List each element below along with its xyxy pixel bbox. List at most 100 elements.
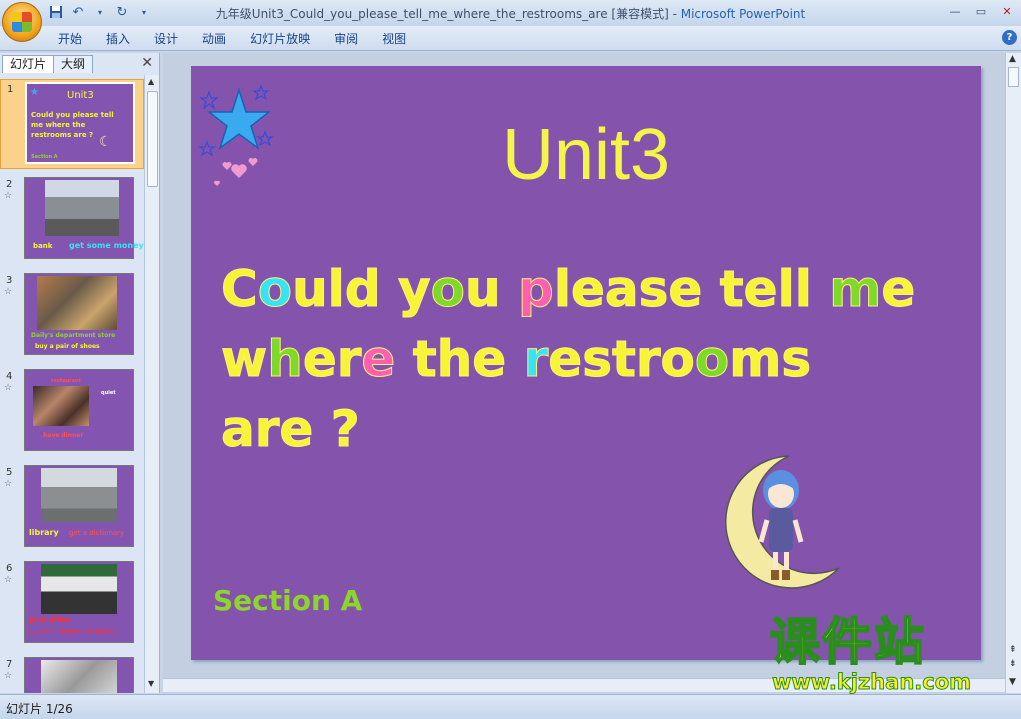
slide-thumbnail-4[interactable]: 4 ☆ restaurant quiet have dinner xyxy=(0,367,144,457)
body-letter: a xyxy=(221,400,256,459)
body-letter: e xyxy=(302,330,337,389)
tab-animations[interactable]: 动画 xyxy=(190,31,238,47)
thumb-caption: buy a pair of shoes xyxy=(35,343,100,350)
body-letter: y xyxy=(398,260,432,319)
slide-thumbnail-3[interactable]: 3 ☆ Daily's department store buy a pair … xyxy=(0,271,144,361)
body-letter: h xyxy=(267,330,304,389)
status-bar: 幻灯片 1/26 xyxy=(0,694,1021,719)
office-button[interactable] xyxy=(2,2,42,42)
body-letter: e xyxy=(472,330,507,389)
scroll-up-icon[interactable]: ▲ xyxy=(148,77,154,86)
body-line-2: where the restrooms xyxy=(220,324,961,394)
street-photo xyxy=(41,660,117,693)
body-letter: l xyxy=(327,260,345,319)
help-icon[interactable]: ? xyxy=(1002,30,1017,45)
tab-slideshow[interactable]: 幻灯片放映 xyxy=(238,31,322,47)
tab-outline[interactable]: 大纲 xyxy=(53,55,94,73)
body-letter: l xyxy=(777,260,795,319)
window-controls: — ▭ ✕ xyxy=(943,2,1019,20)
body-letter: m xyxy=(829,260,882,319)
body-letter: m xyxy=(729,330,782,389)
body-letter: l xyxy=(553,260,571,319)
slide-thumbnail-2[interactable]: 2 ☆ bank get some money xyxy=(0,175,144,265)
thumbnail-list: 1 Unit3 Could you please tell me where t… xyxy=(0,75,144,693)
slide-number: 4 xyxy=(6,371,13,382)
slide-canvas[interactable]: Unit3 Could you please tell me where the… xyxy=(191,66,981,660)
body-letter: u xyxy=(464,260,501,319)
slide-thumbnail-7[interactable]: 7 ☆ xyxy=(0,655,144,693)
close-button[interactable]: ✕ xyxy=(995,2,1019,20)
slide-number: 1 xyxy=(7,84,14,95)
body-letter: s xyxy=(781,330,812,389)
maximize-button[interactable]: ▭ xyxy=(969,2,993,20)
tab-slides[interactable]: 幻灯片 xyxy=(2,55,55,73)
body-letter: d xyxy=(344,260,381,319)
tab-view[interactable]: 视图 xyxy=(370,31,418,47)
thumbnail-image: post office buy some stamps/newspaper xyxy=(24,561,134,643)
scroll-up-icon[interactable]: ▲ xyxy=(1009,54,1016,64)
body-letter: s xyxy=(638,260,669,319)
watermark-logo: 课件站 xyxy=(769,613,926,671)
thumb-caption: get some money xyxy=(69,241,144,250)
body-letter: s xyxy=(582,330,613,389)
body-letter xyxy=(506,330,523,388)
animation-star-icon: ☆ xyxy=(4,287,13,297)
thumb-title: Unit3 xyxy=(67,90,94,101)
prev-slide-icon[interactable]: ⇞ xyxy=(1009,645,1017,655)
scroll-down-icon[interactable]: ▼ xyxy=(1009,677,1016,687)
body-letter: u xyxy=(292,260,329,319)
moon-girl-illustration xyxy=(725,455,840,589)
body-letter: C xyxy=(221,260,259,319)
ribbon: 开始 插入 设计 动画 幻灯片放映 审阅 视图 ? xyxy=(0,26,1021,51)
library-photo xyxy=(41,468,117,522)
tab-home[interactable]: 开始 xyxy=(46,31,94,47)
body-letter: o xyxy=(257,260,293,319)
body-letter: l xyxy=(794,260,812,319)
window-title: 九年级Unit3_Could_you_please_tell_me_where_… xyxy=(0,5,1021,22)
thumbnail-scrollbar[interactable]: ▲ ▼ xyxy=(144,75,159,693)
thumbnail-image: Unit3 Could you please tell me where the… xyxy=(25,82,135,164)
thumb-caption: quiet xyxy=(101,390,116,396)
body-letter: e xyxy=(881,260,916,319)
store-photo xyxy=(37,276,117,330)
restaurant-photo xyxy=(33,386,89,426)
tab-design[interactable]: 设计 xyxy=(142,31,190,47)
slide-thumbnail-1[interactable]: 1 Unit3 Could you please tell me where t… xyxy=(0,79,144,169)
next-slide-icon[interactable]: ⇟ xyxy=(1009,659,1017,669)
body-letter: o xyxy=(660,330,695,389)
body-letter: o xyxy=(430,260,465,319)
body-letter xyxy=(381,260,398,318)
title-bar: ↶ ▾ ↻ ▾ 九年级Unit3_Could_you_please_tell_m… xyxy=(0,0,1021,26)
thumbnail-image xyxy=(24,657,134,693)
scroll-thumb[interactable] xyxy=(1008,67,1019,87)
animation-star-icon: ☆ xyxy=(4,671,13,681)
slide-thumbnail-5[interactable]: 5 ☆ library get a dictionary xyxy=(0,463,144,553)
small-star-icon xyxy=(252,84,270,101)
section-label[interactable]: Section A xyxy=(213,584,362,617)
thumb-caption: buy some stamps/newspaper xyxy=(27,628,116,635)
body-letter: o xyxy=(694,330,730,389)
body-letter: p xyxy=(518,260,555,319)
scroll-thumb[interactable] xyxy=(147,91,158,187)
body-letter: h xyxy=(436,330,473,389)
body-letter: e xyxy=(548,330,583,389)
small-star-icon xyxy=(199,90,219,110)
slide-title[interactable]: Unit3 xyxy=(191,114,981,196)
minimize-button[interactable]: — xyxy=(943,2,967,20)
body-letter: e xyxy=(570,260,605,319)
slide-body-text[interactable]: Could you please tell me where the restr… xyxy=(220,254,961,464)
scroll-down-icon[interactable]: ▼ xyxy=(148,679,154,688)
slide-scrollbar[interactable]: ▲ ⇞ ⇟ ▼ xyxy=(1005,53,1021,693)
body-letter: r xyxy=(254,400,280,459)
slide-number: 3 xyxy=(6,275,13,286)
tab-review[interactable]: 审阅 xyxy=(322,31,370,47)
panel-tabs: 幻灯片 大纲 xyxy=(2,55,94,73)
body-letter: t xyxy=(611,330,636,389)
body-letter: e xyxy=(743,260,778,319)
panel-close-icon[interactable]: ✕ xyxy=(141,55,153,71)
slide-number: 5 xyxy=(6,467,13,478)
body-letter: e xyxy=(361,330,396,389)
tab-insert[interactable]: 插入 xyxy=(94,31,142,47)
body-letter: a xyxy=(604,260,639,319)
slide-thumbnail-6[interactable]: 6 ☆ post office buy some stamps/newspape… xyxy=(0,559,144,649)
